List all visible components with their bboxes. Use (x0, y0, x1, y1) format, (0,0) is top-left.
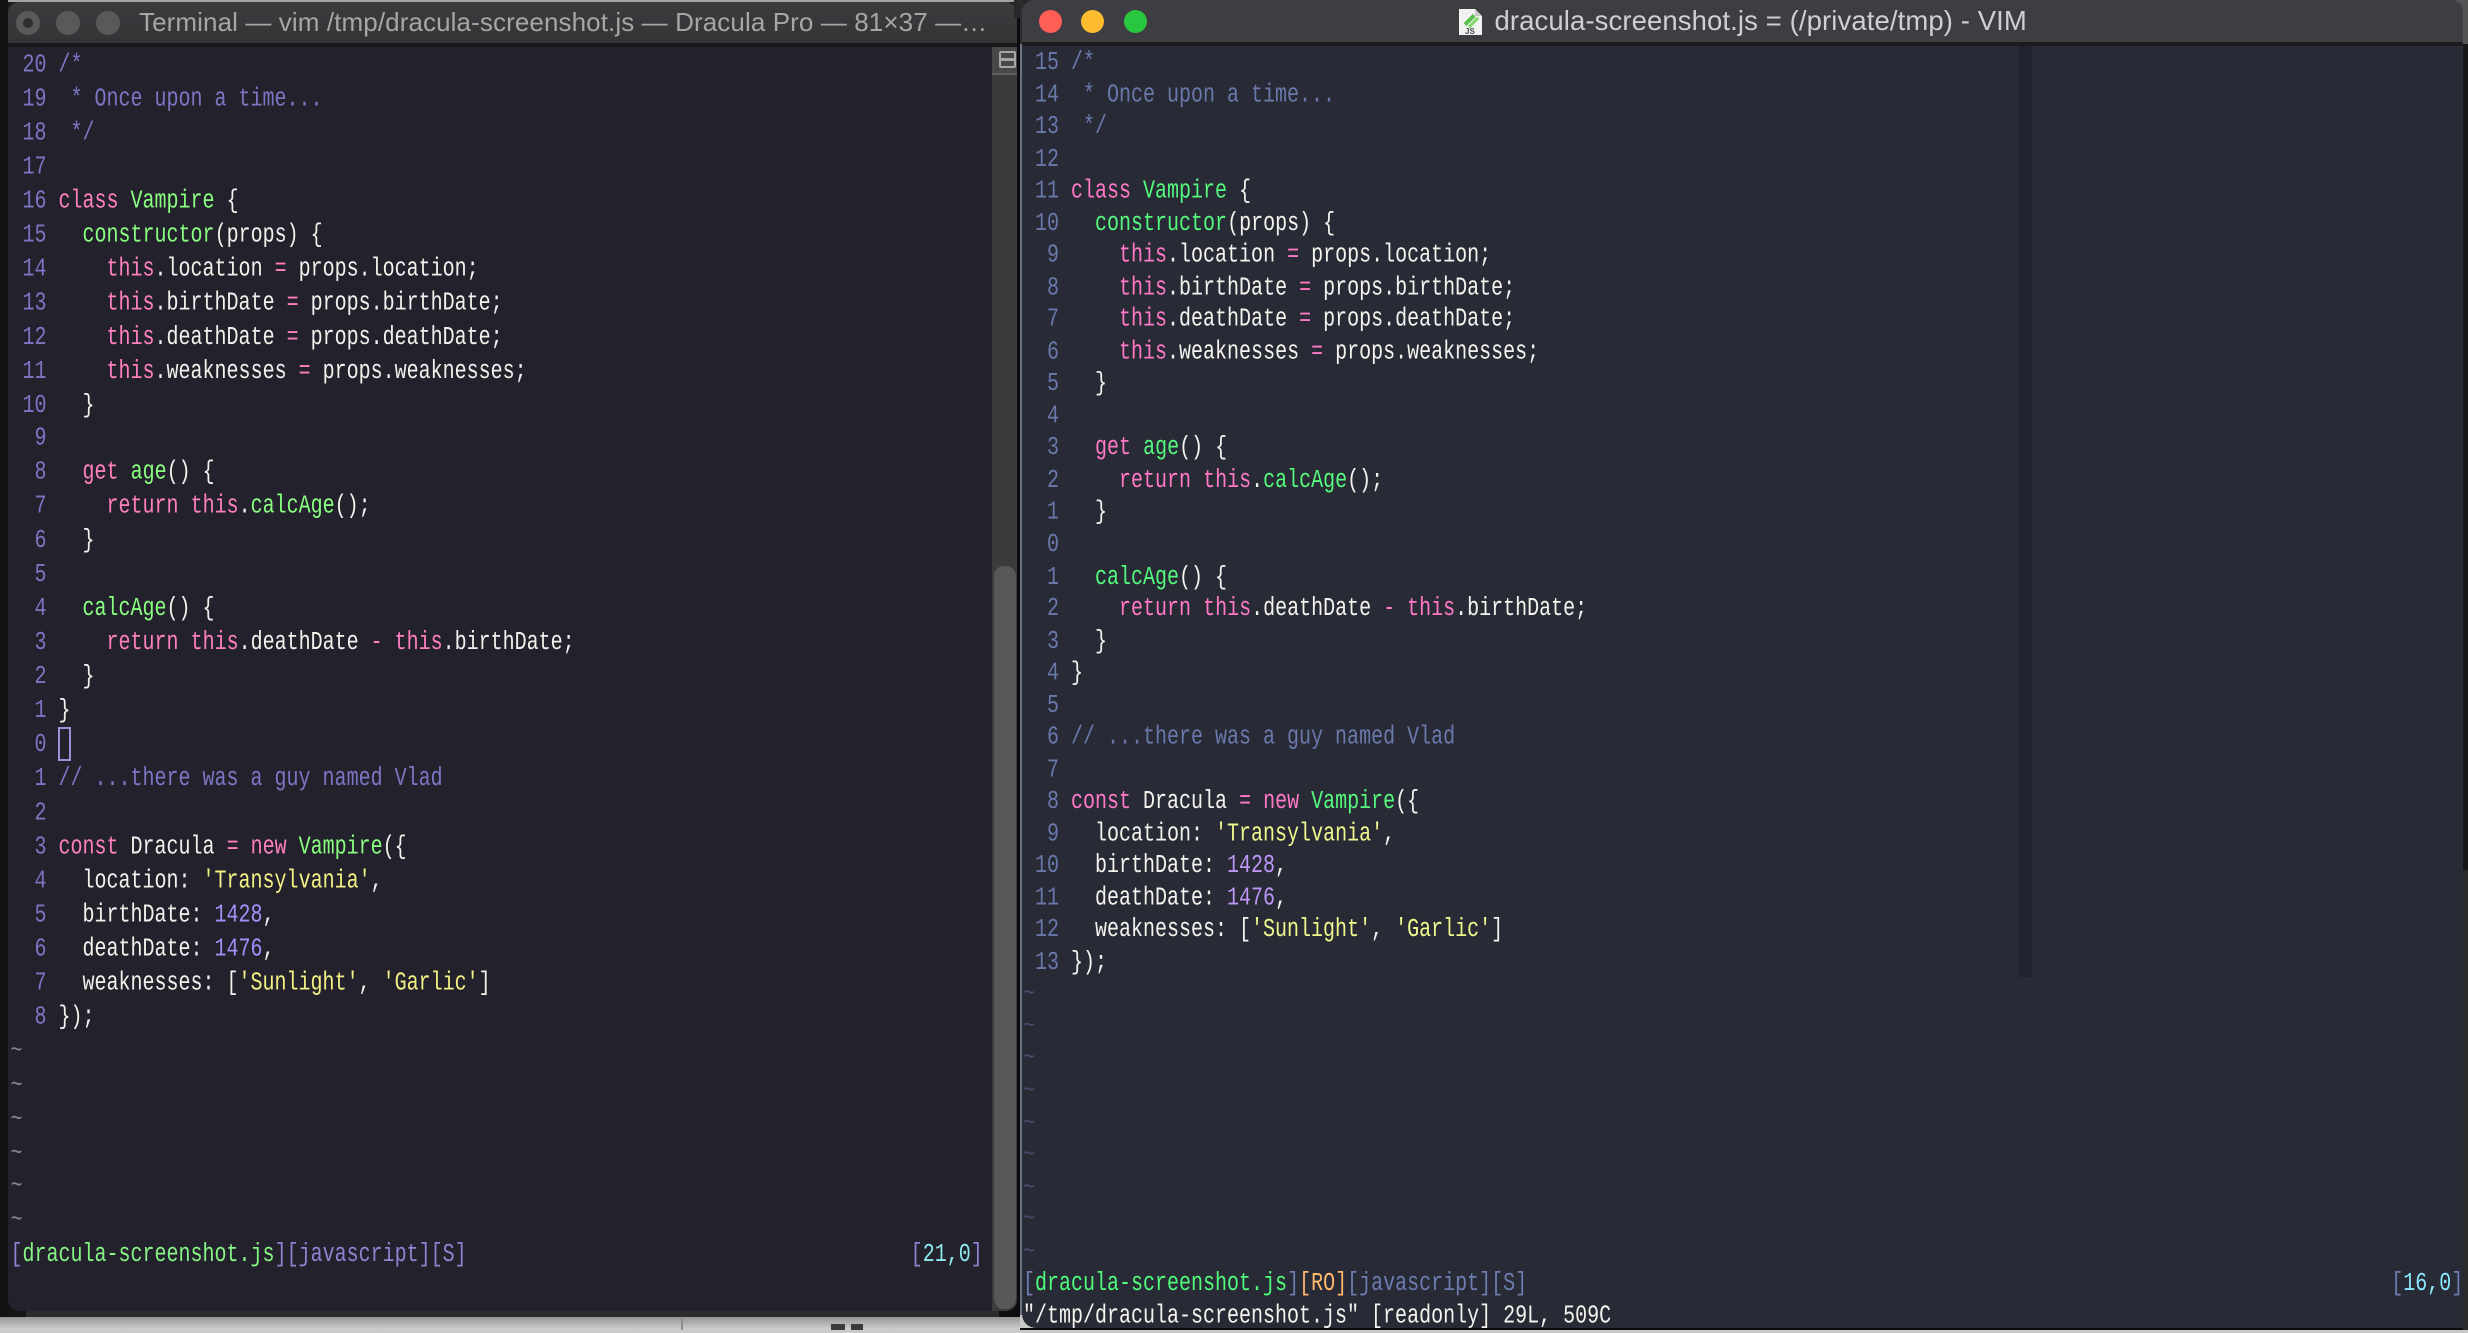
svg-text:JS: JS (1465, 27, 1475, 36)
